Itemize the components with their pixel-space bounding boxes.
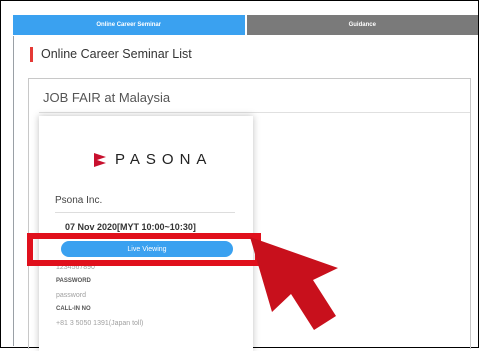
pointer-arrow-icon [250,237,338,330]
